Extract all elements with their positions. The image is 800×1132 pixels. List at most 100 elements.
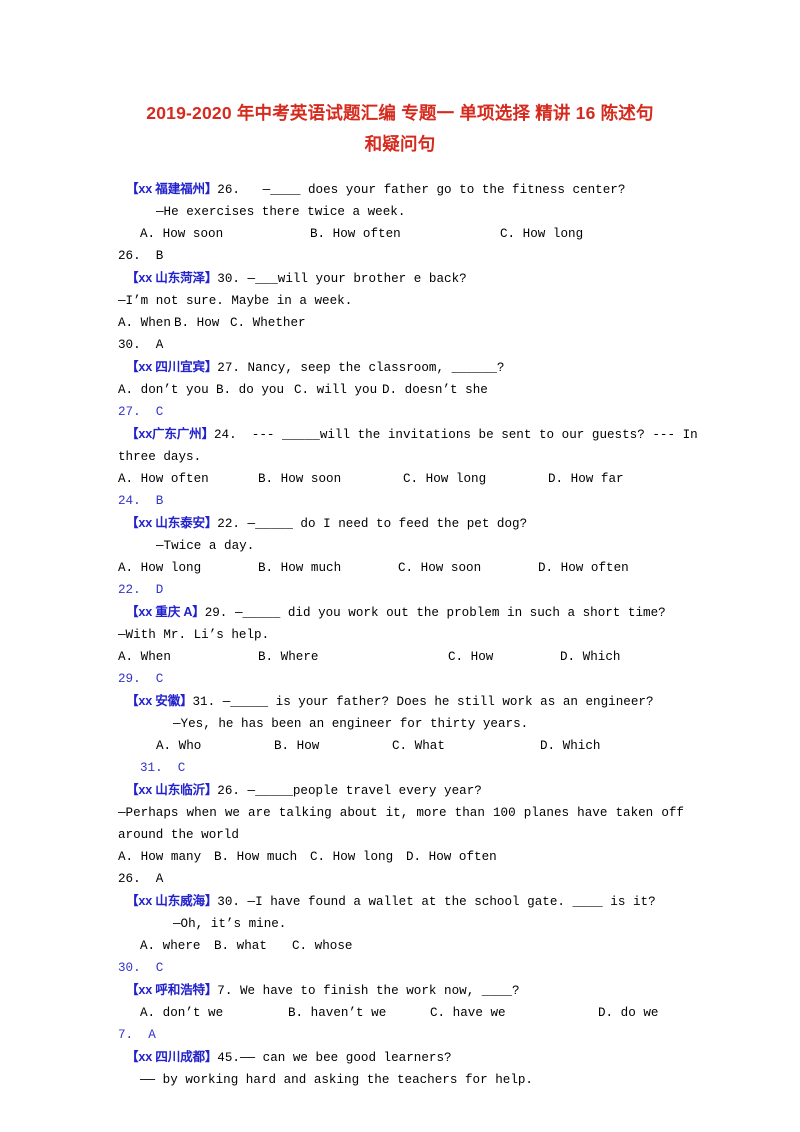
reply-continuation: around the world [118, 828, 239, 842]
source-tag: 【xx 四川宜宾】 [126, 360, 218, 374]
question-line: 【xx广东广州】24. --- _____will the invitation… [118, 423, 698, 446]
question-number: 30. [217, 272, 240, 286]
question-text: —____ does your father go to the fitness… [262, 183, 626, 197]
answer-line: 30. C [118, 961, 164, 975]
option-a: A. Who [156, 739, 202, 753]
question-line: 【xx 四川成都】45.—— can we bee good learners? [118, 1046, 684, 1069]
option-c: C. have we [430, 1006, 506, 1020]
source-tag: 【xx 四川成都】 [126, 1050, 218, 1064]
option-b: B. what [214, 939, 267, 953]
question-number: 45. [217, 1051, 240, 1065]
options-line: A. How soon B. How often C. How long [118, 223, 684, 245]
answer-line: 7. A [118, 1028, 156, 1042]
reply-line: —With Mr. Li’s help. [118, 628, 270, 642]
option-d: D. Which [540, 739, 601, 753]
option-b: B. How [274, 739, 320, 753]
option-b: B. Where [258, 650, 319, 664]
question-text: —— can we bee good learners? [239, 1051, 452, 1065]
question-line: 【xx 山东临沂】26. —_____people travel every y… [118, 779, 684, 802]
question-number: 29. [204, 606, 228, 620]
question-number: 7. [217, 984, 233, 998]
question-text: —_____ did you work out the problem in s… [234, 606, 666, 620]
option-a: A. When [118, 316, 171, 330]
source-tag: 【xx 山东菏泽】 [126, 271, 218, 285]
option-c: C. Whether [230, 316, 306, 330]
option-c: C. What [392, 739, 445, 753]
source-tag: 【xx 福建福州】 [126, 182, 218, 196]
question-line: 【xx 山东威海】30. —I have found a wallet at t… [118, 890, 684, 913]
option-a: A. don’t you [118, 383, 209, 397]
option-b: B. How [174, 316, 220, 330]
page-title-line-2: 和疑问句 [364, 134, 436, 154]
source-tag: 【xx广东广州】 [126, 427, 214, 441]
option-c: C. How long [310, 850, 394, 864]
options-line: A. When B. Where C. How D. Which [118, 646, 684, 668]
question-line: 【xx 山东泰安】22. —_____ do I need to feed th… [118, 512, 684, 535]
option-c: C. will you [294, 383, 378, 397]
reply-line: —I’m not sure. Maybe in a week. [118, 294, 353, 308]
option-a: A. where [140, 939, 201, 953]
question-text: —_____ is your father? Does he still wor… [222, 695, 654, 709]
question-number: 26. [217, 784, 240, 798]
option-a: A. don’t we [140, 1006, 224, 1020]
answer-line: 27. C [118, 405, 164, 419]
question-text: —___will your brother e back? [247, 272, 467, 286]
option-b: B. do you [216, 383, 285, 397]
reply-line: —He exercises there twice a week. [156, 205, 406, 219]
option-c: C. How long [500, 227, 584, 241]
option-d: D. How often [406, 850, 497, 864]
page-title: 2019-2020 年中考英语试题汇编 专题一 单项选择 精讲 16 陈述句 和… [118, 98, 682, 160]
option-d: D. How often [538, 561, 629, 575]
option-d: D. Which [560, 650, 621, 664]
answer-line: 26. A [118, 872, 164, 886]
option-d: D. do we [598, 1006, 659, 1020]
option-a: A. How long [118, 561, 202, 575]
reply-line: —Perhaps when we are talking about it, m… [118, 806, 684, 820]
question-number: 26. [217, 183, 240, 197]
document-page: 2019-2020 年中考英语试题汇编 专题一 单项选择 精讲 16 陈述句 和… [0, 0, 800, 1132]
source-tag: 【xx 山东威海】 [126, 894, 218, 908]
question-line: 【xx 福建福州】26. —____ does your father go t… [118, 178, 684, 201]
question-text: —_____ do I need to feed the pet dog? [247, 517, 528, 531]
option-c: C. How long [403, 472, 487, 486]
answer-line: 31. C [140, 761, 186, 775]
question-line: 【xx 四川宜宾】27. Nancy, seep the classroom, … [118, 356, 684, 379]
option-c: C. How soon [398, 561, 482, 575]
question-text: Nancy, seep the classroom, ______? [247, 361, 505, 375]
option-b: B. How soon [258, 472, 342, 486]
reply-line: —Yes, he has been an engineer for thirty… [173, 717, 529, 731]
source-tag: 【xx 山东临沂】 [126, 783, 218, 797]
answer-line: 22. D [118, 583, 164, 597]
options-line: A. Who B. How C. What D. Which [118, 735, 684, 757]
option-c: C. How [448, 650, 494, 664]
options-line: A. where B. what C. whose [118, 935, 684, 957]
source-tag: 【xx 安徽】 [126, 694, 193, 708]
answer-line: 29. C [118, 672, 164, 686]
question-number: 27. [217, 361, 240, 375]
question-number: 30. [217, 895, 240, 909]
options-line: A. How often B. How soon C. How long D. How… [118, 468, 684, 490]
options-line: A. How long B. How much C. How soon D. How … [118, 557, 684, 579]
option-a: A. How many [118, 850, 202, 864]
question-line: 【xx 重庆 A】29. —_____ did you work out the… [118, 601, 684, 624]
options-line: A. don’t we B. haven’t we C. have we D. do … [118, 1002, 684, 1024]
option-a: A. When [118, 650, 171, 664]
question-number: 22. [217, 517, 240, 531]
option-b: B. How often [310, 227, 401, 241]
answer-line: 26. B [118, 249, 164, 263]
source-tag: 【xx 重庆 A】 [126, 605, 205, 619]
reply-line: —Twice a day. [156, 539, 255, 553]
answer-line: 24. B [118, 494, 164, 508]
option-a: A. How soon [140, 227, 224, 241]
question-number: 31. [192, 695, 216, 709]
option-b: B. haven’t we [288, 1006, 387, 1020]
question-text: —I have found a wallet at the school gat… [247, 895, 656, 909]
page-title-line-1: 2019-2020 年中考英语试题汇编 专题一 单项选择 精讲 16 陈述句 [146, 103, 654, 123]
options-line: A. How many B. How much C. How long D. How … [118, 846, 684, 868]
question-line: 【xx 山东菏泽】30. —___will your brother e bac… [118, 267, 684, 290]
answer-line: 30. A [118, 338, 164, 352]
question-text: —_____people travel every year? [247, 784, 482, 798]
reply-line: —Oh, it’s mine. [173, 917, 287, 931]
option-d: D. How far [548, 472, 624, 486]
option-a: A. How often [118, 472, 209, 486]
